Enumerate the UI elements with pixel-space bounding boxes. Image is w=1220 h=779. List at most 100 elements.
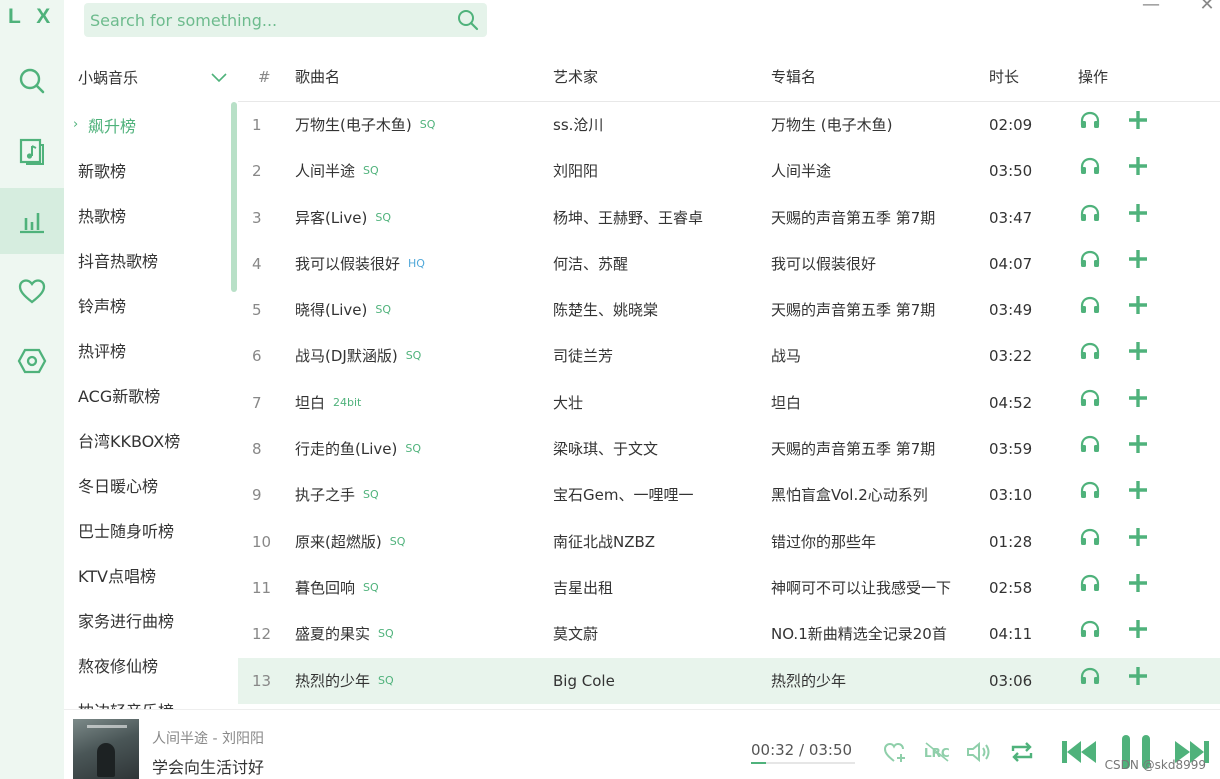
now-playing-title[interactable]: 人间半途 - 刘阳阳 [152, 728, 264, 748]
leaderboard-item[interactable]: 冬日暖心榜 [64, 462, 234, 507]
close-button[interactable]: ✕ [1192, 0, 1220, 16]
leaderboard-item[interactable]: 熬夜修仙榜 [64, 642, 234, 687]
leaderboard-item[interactable]: KTV点唱榜 [64, 552, 234, 597]
table-row[interactable]: 13 热烈的少年 SQ Big Cole 热烈的少年 03:06 [238, 657, 1220, 704]
play-button[interactable] [1078, 621, 1102, 646]
table-row[interactable]: 12 盛夏的果实 SQ 莫文蔚 NO.1新曲精选全记录20首 04:11 [238, 611, 1220, 657]
row-artist[interactable]: 司徒兰芳 [553, 333, 613, 379]
table-row[interactable]: 11 暮色回响 SQ 吉星出租 神啊可不可以让我感受一下 02:58 [238, 565, 1220, 611]
leaderboard-item[interactable]: 抖音热歌榜 [64, 237, 234, 282]
row-album[interactable]: 天赐的声音第五季 第7期 [771, 195, 935, 241]
progress-bar[interactable] [751, 762, 855, 764]
add-to-list-button[interactable] [1126, 342, 1150, 368]
play-button[interactable] [1078, 111, 1102, 137]
leaderboard-item[interactable]: 台湾KKBOX榜 [64, 417, 234, 462]
nav-favorites[interactable] [0, 258, 64, 324]
row-album[interactable]: 热烈的少年 [771, 658, 846, 704]
quality-badge: SQ [375, 210, 391, 224]
play-button[interactable] [1078, 435, 1102, 461]
play-button[interactable] [1078, 482, 1102, 507]
row-artist[interactable]: 梁咏琪、于文文 [553, 426, 658, 472]
search-input[interactable] [84, 3, 449, 37]
add-to-list-button[interactable] [1126, 435, 1150, 461]
favorite-add-button[interactable] [882, 732, 910, 772]
play-button[interactable] [1078, 667, 1102, 693]
row-album[interactable]: 人间半途 [771, 148, 831, 194]
leaderboard-item[interactable]: ACG新歌榜 [64, 372, 234, 417]
row-album[interactable]: 天赐的声音第五季 第7期 [771, 287, 935, 333]
row-album[interactable]: NO.1新曲精选全记录20首 [771, 611, 947, 657]
table-row[interactable]: 10 原来(超燃版) SQ 南征北战NZBZ 错过你的那些年 01:28 [238, 519, 1220, 565]
row-album[interactable]: 错过你的那些年 [771, 519, 876, 565]
row-album[interactable]: 我可以假装很好 [771, 241, 876, 287]
play-button[interactable] [1078, 574, 1102, 600]
row-artist[interactable]: 陈楚生、姚晓棠 [553, 287, 658, 333]
repeat-button[interactable] [1007, 732, 1037, 772]
play-button[interactable] [1078, 250, 1102, 276]
row-artist[interactable]: 宝石Gem、一哩哩一 [553, 472, 693, 518]
search-button[interactable] [449, 3, 487, 37]
table-row[interactable]: 2 人间半途 SQ 刘阳阳 人间半途 03:50 [238, 148, 1220, 194]
add-to-list-button[interactable] [1126, 296, 1150, 322]
add-to-list-button[interactable] [1126, 157, 1150, 183]
sidebar-scrollbar[interactable] [231, 102, 237, 292]
row-album[interactable]: 神啊可不可以让我感受一下 [771, 565, 951, 611]
add-to-list-button[interactable] [1126, 203, 1150, 230]
volume-button[interactable] [964, 732, 994, 772]
nav-songlist[interactable] [0, 118, 64, 184]
table-row[interactable]: 8 行走的鱼(Live) SQ 梁咏琪、于文文 天赐的声音第五季 第7期 03:59 [238, 426, 1220, 472]
leaderboard-item[interactable]: 家务进行曲榜 [64, 597, 234, 642]
play-button[interactable] [1078, 389, 1102, 415]
lyrics-button[interactable]: LRC [922, 732, 952, 772]
row-number: 13 [252, 671, 272, 690]
row-album[interactable]: 天赐的声音第五季 第7期 [771, 426, 935, 472]
play-button[interactable] [1078, 204, 1102, 230]
play-button[interactable] [1078, 297, 1102, 322]
leaderboard-item[interactable]: › 飙升榜 [64, 102, 234, 147]
row-artist[interactable]: 何洁、苏醒 [553, 241, 628, 287]
play-button[interactable] [1078, 528, 1102, 554]
row-artist[interactable]: 刘阳阳 [553, 148, 598, 194]
row-album[interactable]: 战马 [771, 333, 801, 379]
play-button[interactable] [1078, 343, 1102, 368]
nav-leaderboard[interactable] [0, 188, 64, 254]
minimize-button[interactable]: — [1136, 0, 1166, 16]
row-artist[interactable]: 吉星出租 [553, 565, 613, 611]
table-row[interactable]: 9 执子之手 SQ 宝石Gem、一哩哩一 黑怕盲盒Vol.2心动系列 03:10 [238, 472, 1220, 518]
leaderboard-item[interactable]: 巴士随身听榜 [64, 507, 234, 552]
table-row[interactable]: 6 战马(DJ默涵版) SQ 司徒兰芳 战马 03:22 [238, 333, 1220, 379]
add-to-list-button[interactable] [1126, 481, 1150, 507]
add-to-list-button[interactable] [1126, 527, 1150, 554]
add-to-list-button[interactable] [1126, 666, 1150, 693]
leaderboard-item[interactable]: 新歌榜 [64, 147, 234, 192]
table-row[interactable]: 1 万物生(电子木鱼) SQ ss.沧川 万物生 (电子木鱼) 02:09 [238, 102, 1220, 148]
add-to-list-button[interactable] [1126, 388, 1150, 415]
row-artist[interactable]: ss.沧川 [553, 102, 603, 148]
nav-search[interactable] [0, 48, 64, 114]
row-artist[interactable]: 莫文蔚 [553, 611, 598, 657]
previous-button[interactable] [1059, 732, 1099, 772]
add-to-list-button[interactable] [1126, 620, 1150, 646]
leaderboard-item[interactable]: 铃声榜 [64, 282, 234, 327]
table-row[interactable]: 3 异客(Live) SQ 杨坤、王赫野、王睿卓 天赐的声音第五季 第7期 03:47 [238, 195, 1220, 241]
row-artist[interactable]: Big Cole [553, 658, 615, 704]
leaderboard-item[interactable]: 枕边轻音乐榜 [64, 687, 234, 710]
leaderboard-item[interactable]: 热歌榜 [64, 192, 234, 237]
table-row[interactable]: 5 晓得(Live) SQ 陈楚生、姚晓棠 天赐的声音第五季 第7期 03:49 [238, 287, 1220, 333]
play-button[interactable] [1078, 158, 1102, 183]
row-artist[interactable]: 南征北战NZBZ [553, 519, 655, 565]
table-row[interactable]: 7 坦白 24bit 大壮 坦白 04:52 [238, 380, 1220, 426]
row-artist[interactable]: 杨坤、王赫野、王睿卓 [553, 195, 703, 241]
add-to-list-button[interactable] [1126, 249, 1150, 276]
row-album[interactable]: 坦白 [771, 380, 801, 426]
leaderboard-item[interactable]: 热评榜 [64, 327, 234, 372]
table-row[interactable]: 4 我可以假装很好 HQ 何洁、苏醒 我可以假装很好 04:07 [238, 241, 1220, 287]
source-select[interactable]: 小蜗音乐 [78, 62, 228, 92]
row-artist[interactable]: 大壮 [553, 380, 583, 426]
row-album[interactable]: 万物生 (电子木鱼) [771, 102, 892, 148]
row-album[interactable]: 黑怕盲盒Vol.2心动系列 [771, 472, 928, 518]
add-to-list-button[interactable] [1126, 111, 1150, 137]
add-to-list-button[interactable] [1126, 573, 1150, 600]
nav-settings[interactable] [0, 328, 64, 394]
album-cover[interactable] [73, 719, 139, 779]
